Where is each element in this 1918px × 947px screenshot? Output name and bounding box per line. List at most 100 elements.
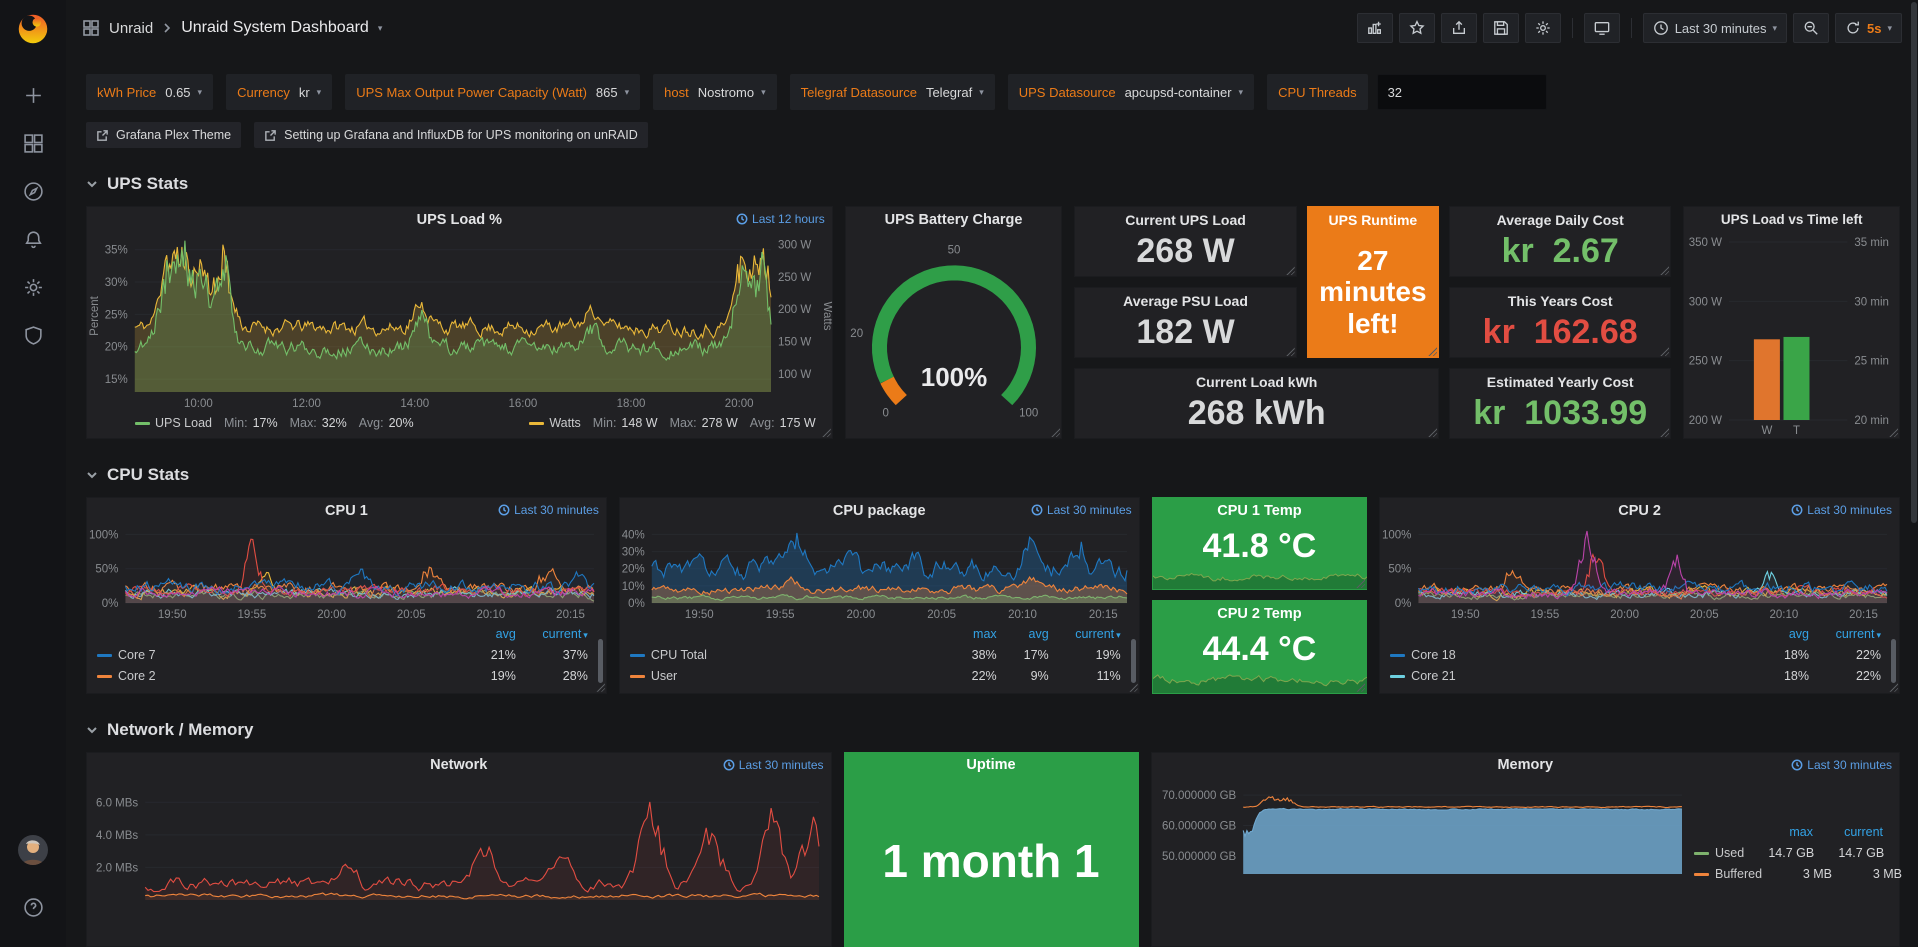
chevron-right-icon <box>162 22 172 34</box>
server-admin-shield-icon[interactable] <box>10 311 56 359</box>
star-dashboard-button[interactable] <box>1399 13 1435 43</box>
ups-vs-time-chart[interactable]: 200 W250 W300 W350 W20 min25 min30 min35… <box>1684 232 1899 438</box>
svg-text:20:00: 20:00 <box>1610 609 1639 621</box>
svg-text:19:55: 19:55 <box>766 609 795 621</box>
panel-average-psu-load: Average PSU Load 182 W <box>1074 287 1296 358</box>
memory-chart[interactable]: 50.000000 GB60.000000 GB70.000000 GB <box>1152 778 1694 882</box>
panel-title[interactable]: Network <box>430 757 487 773</box>
grafana-logo-icon[interactable] <box>14 9 52 47</box>
legend-sort-avg[interactable]: avg <box>454 627 516 641</box>
panel-cpu2: CPU 2 Last 30 minutes 0%50%100%19:5019:5… <box>1379 497 1900 694</box>
link-grafana-plex-theme[interactable]: Grafana Plex Theme <box>86 122 241 148</box>
panel-title[interactable]: Uptime <box>966 757 1015 773</box>
panel-title[interactable]: CPU 2 Temp <box>1217 606 1301 622</box>
panel-title[interactable]: This Years Cost <box>1508 293 1613 309</box>
panel-title[interactable]: CPU 1 <box>325 503 368 519</box>
legend-scrollbar[interactable] <box>1891 639 1896 683</box>
dashboards-icon[interactable] <box>10 119 56 167</box>
dashboard-title[interactable]: Unraid System Dashboard <box>181 19 369 37</box>
section-ups-stats[interactable]: UPS Stats <box>86 174 1900 194</box>
legend-scrollbar[interactable] <box>598 639 603 683</box>
share-dashboard-button[interactable] <box>1441 13 1477 43</box>
sort-caret-icon: ▾ <box>583 630 588 640</box>
panel-title[interactable]: Current Load kWh <box>1196 374 1317 390</box>
panel-title[interactable]: Current UPS Load <box>1125 212 1246 228</box>
link-ups-monitoring-guide[interactable]: Setting up Grafana and InfluxDB for UPS … <box>254 122 648 148</box>
time-range-picker[interactable]: Last 30 minutes ▾ <box>1643 13 1787 43</box>
panel-title[interactable]: UPS Load % <box>417 212 502 228</box>
page-scrollbar-thumb[interactable] <box>1911 2 1917 523</box>
variable-host[interactable]: host Nostromo▾ <box>653 74 776 110</box>
svg-text:20%: 20% <box>105 342 128 354</box>
svg-text:19:50: 19:50 <box>158 609 187 621</box>
legend-item[interactable]: UPS Load Min:17% Max:32% Avg:20% <box>135 416 414 430</box>
save-dashboard-button[interactable] <box>1483 13 1519 43</box>
panel-title[interactable]: Average PSU Load <box>1123 293 1248 309</box>
dashboard-grid-icon[interactable] <box>82 19 100 37</box>
refresh-picker[interactable]: 5s ▾ <box>1835 13 1902 43</box>
variable-currency[interactable]: Currency kr▾ <box>226 74 332 110</box>
variable-ups-max-power[interactable]: UPS Max Output Power Capacity (Watt) 865… <box>345 74 640 110</box>
cpu-package-chart[interactable]: 0%10%20%30%40%19:5019:5520:0020:0520:102… <box>620 523 1139 623</box>
panel-time-badge[interactable]: Last 30 minutes <box>1791 503 1892 517</box>
panel-title[interactable]: Memory <box>1497 757 1553 773</box>
breadcrumb-folder[interactable]: Unraid <box>109 20 153 37</box>
panel-title[interactable]: Average Daily Cost <box>1497 212 1624 228</box>
alerting-bell-icon[interactable] <box>10 215 56 263</box>
cpu2-chart[interactable]: 0%50%100%19:5019:5520:0020:0520:1020:15 <box>1380 523 1899 623</box>
panel-time-badge[interactable]: Last 30 minutes <box>498 503 599 517</box>
legend-sort-avg[interactable]: avg <box>997 627 1049 641</box>
panel-title[interactable]: Estimated Yearly Cost <box>1487 374 1634 390</box>
cpu1-chart[interactable]: 0%50%100%19:5019:5520:0020:0520:1020:15 <box>87 523 606 623</box>
legend-sort-max[interactable]: max <box>941 627 997 641</box>
panel-time-badge[interactable]: Last 30 minutes <box>723 758 824 772</box>
user-avatar[interactable] <box>18 835 48 865</box>
variable-telegraf-datasource[interactable]: Telegraf Datasource Telegraf▾ <box>790 74 995 110</box>
panel-title[interactable]: UPS Load vs Time left <box>1721 212 1863 227</box>
legend-sort-current[interactable]: current▾ <box>1809 627 1881 641</box>
panel-title[interactable]: CPU 2 <box>1618 503 1661 519</box>
section-cpu-stats[interactable]: CPU Stats <box>86 465 1900 485</box>
ups-load-chart[interactable]: 15%20%25%30%35%100 W150 W200 W250 W300 W… <box>87 232 832 412</box>
svg-text:100 W: 100 W <box>778 369 811 381</box>
panel-time-badge[interactable]: Last 30 minutes <box>1791 758 1892 772</box>
svg-text:19:55: 19:55 <box>238 609 267 621</box>
caret-down-icon[interactable]: ▾ <box>378 23 383 34</box>
panel-title[interactable]: UPS Battery Charge <box>885 212 1023 228</box>
svg-text:100%: 100% <box>89 529 118 541</box>
cpu-temp-column: CPU 1 Temp 41.8 °C CPU 2 Temp 44.4 °C <box>1152 497 1368 694</box>
panel-time-badge[interactable]: Last 12 hours <box>736 212 825 226</box>
legend-sort-current[interactable]: current▾ <box>1049 627 1121 641</box>
dashboard-settings-button[interactable] <box>1525 13 1561 43</box>
cpu-threads-input[interactable] <box>1377 74 1547 110</box>
explore-icon[interactable] <box>10 167 56 215</box>
panel-title[interactable]: UPS Runtime <box>1329 212 1418 228</box>
cycle-view-mode-button[interactable] <box>1584 13 1620 43</box>
legend-row: Buffered 3 MB 3 MB <box>1694 864 1883 885</box>
panel-title[interactable]: CPU package <box>833 503 926 519</box>
zoom-out-time-button[interactable] <box>1793 13 1829 43</box>
configuration-gear-icon[interactable] <box>10 263 56 311</box>
battery-gauge[interactable]: 02050100100% <box>846 232 1062 438</box>
legend-sort-avg[interactable]: avg <box>1747 627 1809 641</box>
variable-ups-datasource[interactable]: UPS Datasource apcupsd-container▾ <box>1008 74 1254 110</box>
create-icon[interactable] <box>10 71 56 119</box>
panel-ups-runtime: UPS Runtime 27 minutes left! <box>1307 206 1439 358</box>
svg-text:300 W: 300 W <box>778 240 811 252</box>
legend-item[interactable]: Watts Min:148 W Max:278 W Avg:175 W <box>529 416 815 430</box>
section-network-memory[interactable]: Network / Memory <box>86 720 1900 740</box>
svg-text:20:00: 20:00 <box>846 609 875 621</box>
add-panel-button[interactable] <box>1357 13 1393 43</box>
grafana-app: Unraid Unraid System Dashboard ▾ <box>0 0 1918 947</box>
legend-sort-current[interactable]: current▾ <box>516 627 588 641</box>
panel-time-badge[interactable]: Last 30 minutes <box>1031 503 1132 517</box>
legend-sort-current[interactable]: current <box>1813 825 1883 839</box>
legend-sort-max[interactable]: max <box>1743 825 1813 839</box>
panel-title[interactable]: CPU 1 Temp <box>1217 503 1301 519</box>
variable-kwh-price[interactable]: kWh Price 0.65▾ <box>86 74 213 110</box>
help-icon[interactable] <box>10 883 56 931</box>
network-chart[interactable]: 2.0 MBs4.0 MBs6.0 MBs <box>87 778 831 908</box>
caret-down-icon: ▾ <box>1239 87 1244 98</box>
legend-scrollbar[interactable] <box>1131 639 1136 683</box>
chevron-down-icon <box>86 178 98 190</box>
